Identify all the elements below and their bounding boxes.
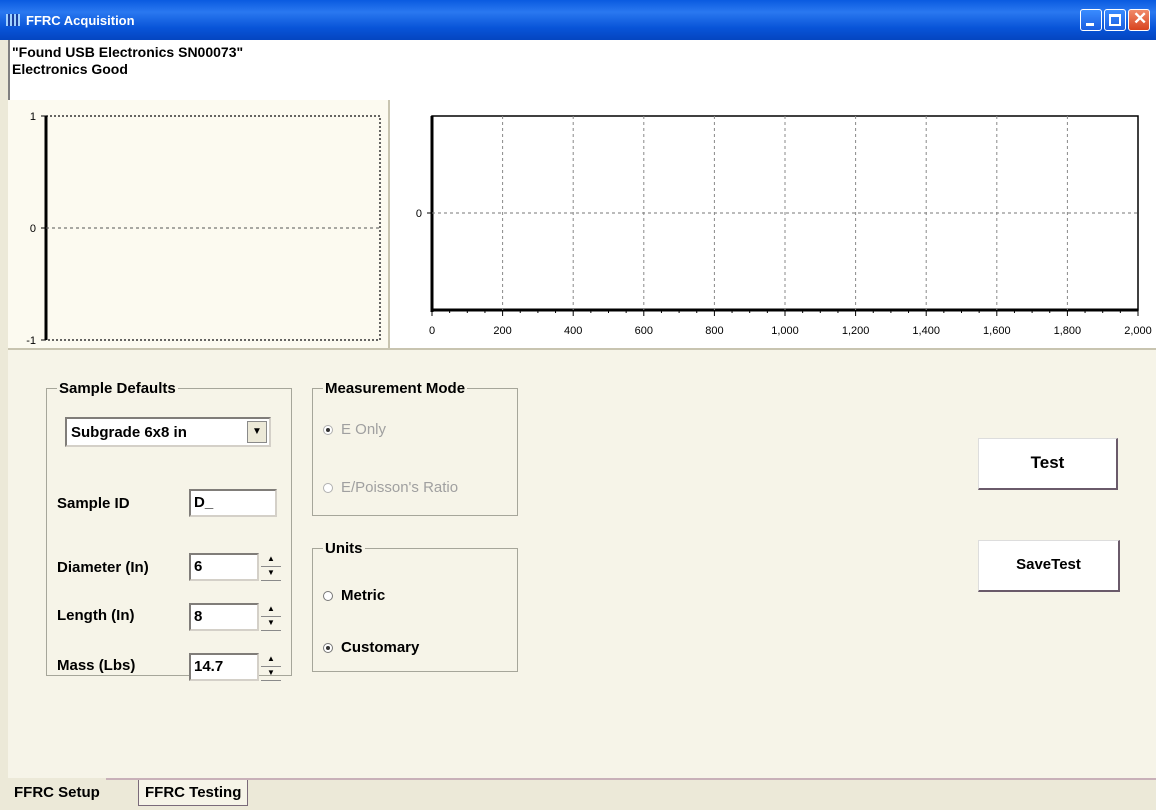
spin-up-icon[interactable]: ▲	[261, 603, 281, 617]
radio-unchecked-icon	[323, 590, 333, 601]
spin-down-icon[interactable]: ▼	[261, 567, 281, 581]
maximize-button[interactable]	[1104, 9, 1126, 31]
radio-checked-icon	[323, 642, 333, 653]
sample-defaults-legend: Sample Defaults	[59, 380, 176, 397]
spin-up-icon[interactable]: ▲	[261, 653, 281, 667]
chart-left-y-tick-label: 0	[30, 223, 36, 235]
status-line-device: "Found USB Electronics SN00073"	[12, 44, 244, 60]
spin-down-icon[interactable]: ▼	[261, 617, 281, 631]
tab-bar: FFRC Setup FFRC Testing	[8, 778, 1156, 810]
radio-metric[interactable]: Metric	[323, 587, 385, 604]
chart-right-x-tick-label: 400	[564, 325, 582, 337]
sample-preset-select[interactable]: Subgrade 6x8 in ▼	[65, 417, 271, 447]
plots-panel: 1 0 -1 0 0 200 400 600 800 1,000 1,200 1,400 1,600 1…	[8, 100, 1156, 348]
diameter-spinner[interactable]: ▲ ▼	[261, 553, 281, 581]
radio-customary[interactable]: Customary	[323, 639, 419, 656]
maximize-icon	[1109, 14, 1121, 26]
radio-metric-label: Metric	[341, 587, 386, 604]
close-icon: ✕	[1133, 9, 1148, 28]
chart-right-x-tick-label: 1,200	[842, 325, 870, 337]
mass-label: Mass (Lbs)	[57, 657, 136, 674]
units-legend: Units	[325, 540, 363, 557]
chart-left-y-tick-label: -1	[26, 335, 36, 347]
radio-e-only-label: E Only	[341, 421, 387, 438]
chart-right-x-tick-label: 1,600	[983, 325, 1011, 337]
save-test-button[interactable]: SaveTest	[978, 540, 1120, 592]
length-label: Length (In)	[57, 607, 135, 624]
sample-defaults-group: Sample Defaults Subgrade 6x8 in ▼ Sample…	[46, 380, 292, 681]
sample-id-input[interactable]: D_	[189, 489, 277, 517]
tab-ffrc-setup[interactable]: FFRC Setup	[8, 778, 106, 808]
radio-e-poisson[interactable]: E/Poisson's Ratio	[323, 479, 458, 496]
chart-left-background	[8, 100, 388, 348]
mass-spinner[interactable]: ▲ ▼	[261, 653, 281, 681]
chart-right-x-tick-label: 1,800	[1054, 325, 1082, 337]
chart-right: 0 0 200 400 600 800 1,000 1,200 1,400 1,600 1,800 2…	[416, 115, 1152, 337]
measurement-mode-group: Measurement Mode E Only E/Poisson's Rati…	[312, 380, 518, 516]
chart-right-x-tick-label: 0	[429, 325, 435, 337]
length-input[interactable]: 8	[189, 603, 259, 631]
chart-right-x-tick-label: 200	[493, 325, 511, 337]
chart-right-y-tick-label: 0	[416, 208, 422, 220]
tab-ffrc-testing[interactable]: FFRC Testing	[138, 780, 249, 806]
length-spinner[interactable]: ▲ ▼	[261, 603, 281, 631]
diameter-label: Diameter (In)	[57, 559, 149, 576]
diameter-input[interactable]: 6	[189, 553, 259, 581]
chart-right-x-tick-label: 2,000	[1124, 325, 1152, 337]
sample-preset-value: Subgrade 6x8 in	[71, 424, 187, 441]
radio-e-only[interactable]: E Only	[323, 421, 386, 438]
status-line-health: Electronics Good	[12, 61, 128, 77]
minimize-icon	[1086, 23, 1094, 26]
minimize-button[interactable]	[1080, 9, 1102, 31]
units-group: Units Metric Customary	[312, 540, 518, 672]
sample-id-label: Sample ID	[57, 495, 130, 512]
radio-unchecked-icon	[323, 482, 333, 493]
radio-checked-icon	[323, 424, 333, 435]
mass-input[interactable]: 14.7	[189, 653, 259, 681]
measurement-mode-legend: Measurement Mode	[325, 380, 466, 397]
chart-right-x-tick-label: 600	[635, 325, 653, 337]
chart-right-x-tick-label: 1,000	[771, 325, 799, 337]
title-bar: FFRC Acquisition ✕	[0, 0, 1156, 40]
spin-down-icon[interactable]: ▼	[261, 667, 281, 681]
spin-up-icon[interactable]: ▲	[261, 553, 281, 567]
setup-panel: Sample Defaults Subgrade 6x8 in ▼ Sample…	[8, 348, 1156, 778]
close-button[interactable]: ✕	[1128, 9, 1150, 31]
chart-right-x-tick-label: 1,400	[912, 325, 940, 337]
test-button[interactable]: Test	[978, 438, 1118, 490]
plots-canvas: 1 0 -1 0 0 200 400 600 800 1,000 1,200 1,400 1,600 1…	[8, 100, 1152, 348]
radio-e-poisson-label: E/Poisson's Ratio	[341, 479, 459, 496]
chart-right-x-tick-label: 800	[705, 325, 723, 337]
chevron-down-icon[interactable]: ▼	[247, 421, 267, 443]
status-panel: "Found USB Electronics SN00073" Electron…	[8, 40, 1156, 100]
window-title: FFRC Acquisition	[26, 12, 135, 28]
chart-left-y-tick-label: 1	[30, 111, 36, 123]
app-icon	[6, 14, 20, 26]
radio-customary-label: Customary	[341, 639, 420, 656]
